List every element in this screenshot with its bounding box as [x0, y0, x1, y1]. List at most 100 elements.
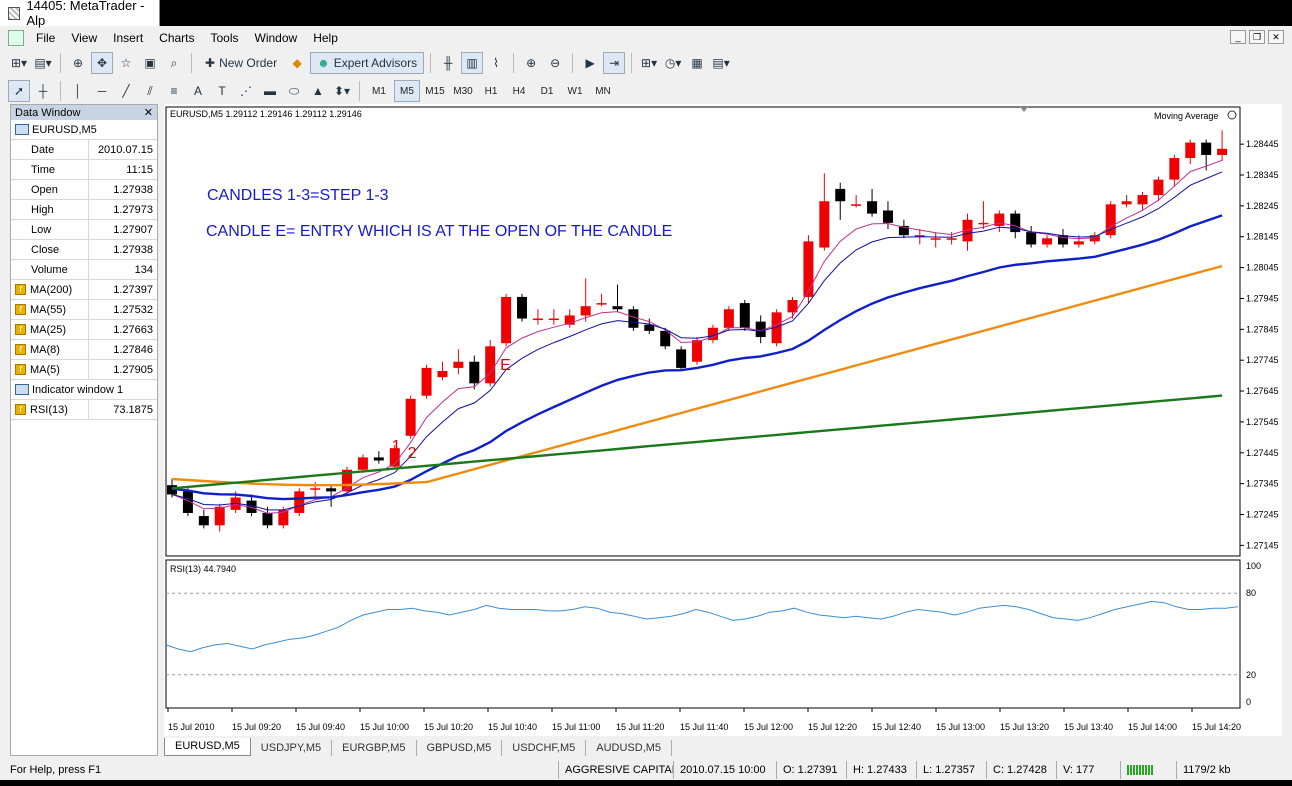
navigator-icon[interactable]: ☆	[115, 52, 137, 74]
vertical-line-icon[interactable]: │	[67, 80, 89, 102]
fibonacci-icon[interactable]: ≡	[163, 80, 185, 102]
arrows-icon[interactable]: ⬍▾	[331, 80, 353, 102]
close-icon[interactable]: ✕	[1268, 30, 1284, 44]
text-icon[interactable]: A	[187, 80, 209, 102]
indicator-row: f MA(55) 1.27532	[11, 300, 157, 320]
tf-m15[interactable]: M15	[422, 80, 448, 102]
candle-body	[612, 306, 623, 310]
metaeditor-icon[interactable]: ◆	[286, 52, 308, 74]
time-label: 15 Jul 09:40	[296, 722, 345, 732]
price-tick-label: 1.27245	[1246, 510, 1279, 520]
menu-charts[interactable]: Charts	[151, 31, 202, 45]
price-tick-label: 1.27545	[1246, 417, 1279, 427]
cursor-icon[interactable]: ➚	[8, 80, 30, 102]
new-order-icon: ✚	[205, 56, 216, 70]
chart-window[interactable]: 1.28445 1.28345 1.28245 1.28145 1.28045 1.279…	[164, 104, 1282, 736]
channel-icon[interactable]: ⫽	[139, 80, 161, 102]
tf-w1[interactable]: W1	[562, 80, 588, 102]
data-row-key: Date	[11, 140, 89, 159]
window-title-tab[interactable]: 14405: MetaTrader - Alp	[0, 0, 160, 28]
data-row-value: 1.27938	[113, 183, 153, 196]
price-tick-label: 1.27645	[1246, 386, 1279, 396]
close-icon[interactable]: ✕	[144, 106, 153, 119]
chart-window-icon[interactable]	[8, 30, 24, 46]
menu-window[interactable]: Window	[247, 31, 306, 45]
zoom-in-icon[interactable]: ⊕	[520, 52, 542, 74]
function-icon: f	[15, 284, 26, 295]
indicator-key: MA(8)	[30, 343, 60, 356]
indicator-value: 1.27397	[113, 283, 153, 296]
candle-body	[978, 222, 989, 225]
time-label: 15 Jul 14:20	[1192, 722, 1241, 732]
data-row: Low 1.27907	[11, 220, 157, 240]
time-label: 15 Jul 12:00	[744, 722, 793, 732]
new-chart-icon[interactable]: ⊞▾	[8, 52, 30, 74]
tf-mn[interactable]: MN	[590, 80, 616, 102]
chart-tab[interactable]: EURUSD,M5	[164, 738, 251, 756]
tf-m5[interactable]: M5	[394, 80, 420, 102]
line-studies-toolbar: ➚ ┼ │ ─ ╱ ⫽ ≡ A T ⋰ ▬ ⬭ ▲ ⬍▾ M1 M5 M15 M…	[8, 78, 616, 104]
tf-h4[interactable]: H4	[506, 80, 532, 102]
tf-d1[interactable]: D1	[534, 80, 560, 102]
chart-tab[interactable]: USDJPY,M5	[251, 740, 333, 756]
time-label: 15 Jul 13:40	[1064, 722, 1113, 732]
candlesticks-icon[interactable]: ▥	[461, 52, 484, 74]
templates-icon[interactable]: ▦	[686, 52, 708, 74]
data-row-value: 1.27938	[113, 243, 153, 256]
time-label: 15 Jul 11:00	[552, 722, 600, 732]
rsi-key: RSI(13)	[30, 403, 68, 416]
auto-scroll-icon[interactable]: ▶	[579, 52, 601, 74]
price-tick-label: 1.28245	[1246, 201, 1279, 211]
periods-icon[interactable]: ◷▾	[662, 52, 684, 74]
menu-insert[interactable]: Insert	[105, 31, 151, 45]
expert-advisors-button[interactable]: ☻ Expert Advisors	[310, 52, 425, 74]
chart-tab[interactable]: AUDUSD,M5	[586, 740, 673, 756]
menu-tools[interactable]: Tools	[203, 31, 247, 45]
minimize-icon[interactable]: _	[1230, 30, 1246, 44]
candle-body	[532, 318, 543, 321]
trendline-icon[interactable]: ╱	[115, 80, 137, 102]
menu-file[interactable]: File	[28, 31, 63, 45]
market-watch-icon[interactable]: ⊕	[67, 52, 89, 74]
tf-h1[interactable]: H1	[478, 80, 504, 102]
ellipse-icon[interactable]: ⬭	[283, 80, 305, 102]
text-label-icon[interactable]: T	[211, 80, 233, 102]
tf-m30[interactable]: M30	[450, 80, 476, 102]
profiles-icon[interactable]: ▤▾	[32, 52, 54, 74]
data-row: High 1.27973	[11, 200, 157, 220]
data-row-key: Open	[11, 180, 89, 199]
time-label: 15 Jul 13:20	[1000, 722, 1049, 732]
status-low: L: 1.27357	[916, 761, 981, 779]
candle-body	[1185, 142, 1196, 159]
new-order-button[interactable]: ✚ New Order	[198, 52, 284, 74]
data-window-icon[interactable]: ✥	[91, 52, 113, 74]
menu-help[interactable]: Help	[305, 31, 346, 45]
menu-view[interactable]: View	[63, 31, 105, 45]
tf-m1[interactable]: M1	[366, 80, 392, 102]
symbol-label: EURUSD,M5	[32, 123, 97, 136]
chart-tab[interactable]: EURGBP,M5	[332, 740, 417, 756]
line-chart-icon[interactable]: ⌇	[485, 52, 507, 74]
candle-body	[405, 398, 416, 436]
data-window-panel: Data Window ✕ EURUSD,M5 Date 2010.07.15 Ti…	[10, 104, 158, 756]
bar-chart-icon[interactable]: ╫	[437, 52, 459, 74]
tester-icon[interactable]: ⌕	[163, 52, 185, 74]
zoom-out-icon[interactable]: ⊖	[544, 52, 566, 74]
data-row: Date 2010.07.15	[11, 140, 157, 160]
chart-tab[interactable]: GBPUSD,M5	[417, 740, 503, 756]
terminal-icon[interactable]: ▣	[139, 52, 161, 74]
crosshair-icon[interactable]: ┼	[32, 80, 54, 102]
triangle-icon[interactable]: ▲	[307, 80, 329, 102]
price-chart[interactable]: 1.28445 1.28345 1.28245 1.28145 1.28045 1.279…	[164, 104, 1282, 736]
indicator-row: f MA(25) 1.27663	[11, 320, 157, 340]
restore-icon[interactable]: ❐	[1249, 30, 1265, 44]
chart-templates-icon[interactable]: ▤▾	[710, 52, 732, 74]
indicator-value: 1.27532	[113, 303, 153, 316]
rectangle-icon[interactable]: ▬	[259, 80, 281, 102]
fib-fan-icon[interactable]: ⋰	[235, 80, 257, 102]
horizontal-line-icon[interactable]: ─	[91, 80, 113, 102]
chart-shift-icon[interactable]: ⇥	[603, 52, 626, 74]
chart-tab[interactable]: USDCHF,M5	[502, 740, 587, 756]
indicator-value: 1.27663	[113, 323, 153, 336]
indicators-icon[interactable]: ⊞▾	[638, 52, 660, 74]
